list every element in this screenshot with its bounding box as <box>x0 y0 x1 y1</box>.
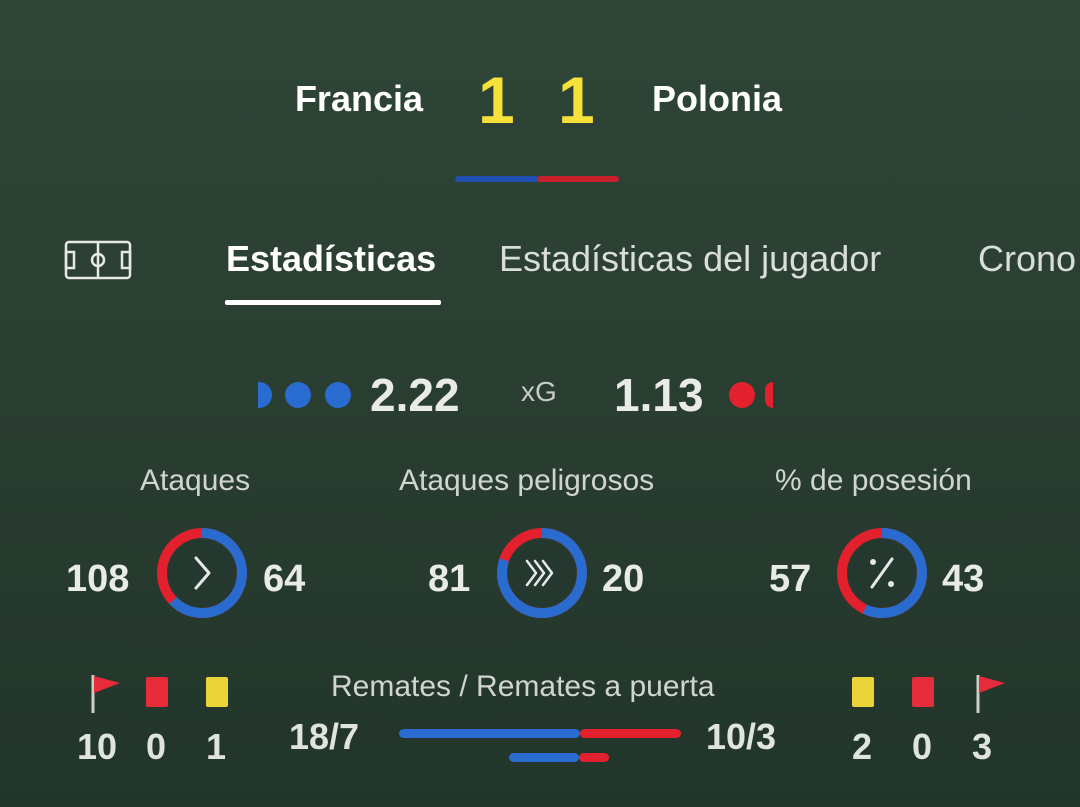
donut-posesion <box>834 525 930 621</box>
xg-home-dot <box>285 382 311 408</box>
soccer-field-icon[interactable] <box>64 240 132 280</box>
active-tab-underline <box>225 300 441 305</box>
away-red-cards: 0 <box>912 726 933 767</box>
stat-home-posesion: 57 <box>769 558 812 600</box>
stat-away-posesion: 43 <box>942 558 985 600</box>
shots-home-bar <box>399 729 581 738</box>
stat-away-ataques-peligrosos: 20 <box>602 558 645 600</box>
score-bar-away <box>537 176 619 182</box>
away-score: 1 <box>558 63 595 137</box>
corner-flag-icon <box>90 673 124 713</box>
xg-label: xG <box>521 376 557 407</box>
away-team-name: Polonia <box>652 78 783 119</box>
shots-away-bar <box>580 729 681 738</box>
stat-label-ataques: Ataques <box>140 464 251 497</box>
tab-estadisticas[interactable]: Estadísticas <box>226 238 436 280</box>
home-score: 1 <box>478 63 515 137</box>
xg-home-value: 2.22 <box>370 369 460 421</box>
red-card-icon <box>146 677 168 707</box>
red-card-icon <box>912 677 934 707</box>
stat-label-posesion: % de posesión <box>775 464 972 497</box>
tab-crono[interactable]: Crono <box>978 238 1076 280</box>
tab-bar: Estadísticas Estadísticas del jugador Cr… <box>0 230 1080 310</box>
home-red-cards: 0 <box>146 726 167 767</box>
stat-home-ataques: 108 <box>66 558 130 600</box>
xg-home-dot <box>325 382 351 408</box>
donut-ataques-peligrosos <box>494 525 590 621</box>
xg-away-dot <box>729 382 755 408</box>
home-team-name: Francia <box>294 78 423 119</box>
away-yellow-cards: 2 <box>852 726 873 767</box>
away-corners: 3 <box>972 726 993 767</box>
score-bar-home <box>455 176 539 182</box>
yellow-card-icon <box>206 677 228 707</box>
stat-away-ataques: 64 <box>263 558 306 600</box>
xg-home-dot <box>258 382 272 408</box>
away-shots: 10/3 <box>706 716 777 757</box>
home-yellow-cards: 1 <box>206 726 227 767</box>
stat-home-ataques-peligrosos: 81 <box>428 558 471 600</box>
home-shots: 18/7 <box>289 716 360 757</box>
yellow-card-icon <box>852 677 874 707</box>
home-corners: 10 <box>77 726 118 767</box>
tab-estadisticas-jugador[interactable]: Estadísticas del jugador <box>499 238 881 280</box>
xg-away-value: 1.13 <box>614 369 704 421</box>
xg-away-dot <box>765 382 773 408</box>
on-target-home-bar <box>509 753 579 762</box>
shots-label: Remates / Remates a puerta <box>331 670 715 703</box>
on-target-away-bar <box>579 753 609 762</box>
donut-ataques <box>154 525 250 621</box>
stat-label-ataques-peligrosos: Ataques peligrosos <box>399 464 655 497</box>
corner-flag-icon <box>975 673 1009 713</box>
